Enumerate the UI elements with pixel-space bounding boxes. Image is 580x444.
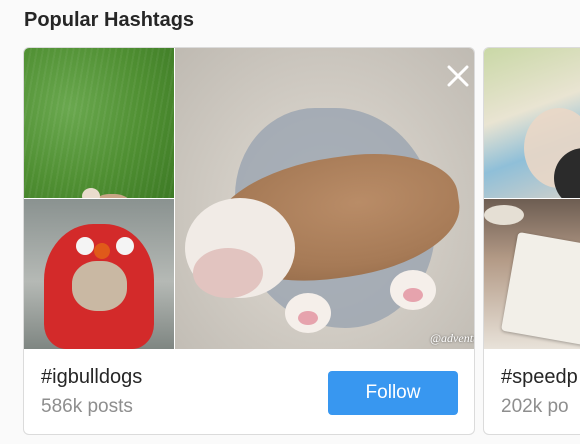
paint-palette <box>484 205 524 225</box>
hashtag-name[interactable]: #speedp <box>501 366 578 389</box>
thumbnail-dog-in-costume[interactable] <box>24 199 174 349</box>
hashtag-card[interactable]: #speedp 202k po <box>483 47 580 435</box>
thumbnail-drawing[interactable] <box>484 48 580 198</box>
post-count: 586k posts <box>41 396 133 417</box>
card-footer: #speedp 202k po <box>484 349 580 434</box>
main-photo-sleeping-puppy[interactable]: @adventuresofcharliethebulldog <box>175 48 474 349</box>
photo-mosaic[interactable] <box>484 48 580 349</box>
close-icon[interactable] <box>444 62 472 90</box>
thumbnail-sketchbook[interactable] <box>484 199 580 349</box>
photo-mosaic[interactable]: @adventuresofcharliethebulldog <box>24 48 474 349</box>
follow-button[interactable]: Follow <box>328 371 458 415</box>
thumbnail-dog-on-grass[interactable] <box>24 48 174 198</box>
sketchbook <box>501 231 580 347</box>
hashtag-name[interactable]: #igbulldogs <box>41 366 142 389</box>
section-title: Popular Hashtags <box>24 9 195 31</box>
post-count: 202k po <box>501 396 569 417</box>
photo-watermark: @adventuresofcharliethebulldog <box>430 331 474 345</box>
card-footer: #igbulldogs 586k posts Follow <box>24 349 474 434</box>
dog-figure <box>82 188 132 198</box>
hashtag-card[interactable]: @adventuresofcharliethebulldog #igbulldo… <box>23 47 475 435</box>
